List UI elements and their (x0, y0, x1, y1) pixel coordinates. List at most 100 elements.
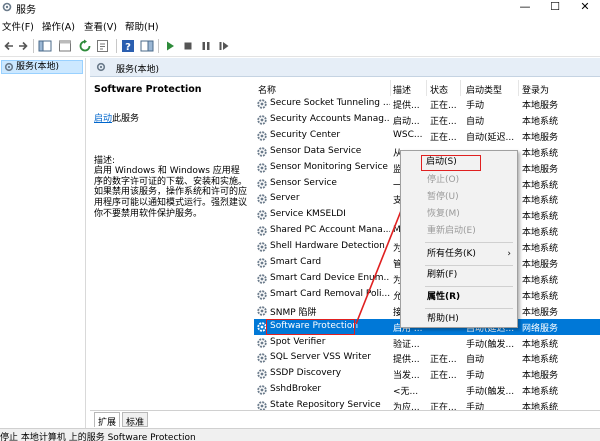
pane-header-title: 服务(本地) (116, 65, 160, 75)
gear-icon (257, 194, 267, 205)
gear-icon (257, 162, 267, 173)
column-header-logon-as[interactable]: 登录为 (522, 83, 549, 96)
chevron-right-icon: › (507, 249, 511, 259)
cell-logon-as: 本地服务 (522, 260, 559, 270)
cell-logon-as: 本地系统 (522, 228, 559, 239)
gear-icon (257, 401, 267, 410)
cell-startup-type: 手动(触发... (466, 339, 515, 350)
start-service-row: 启动此服务 (94, 111, 139, 124)
view-tabs: 扩展 标准 (90, 410, 600, 428)
menu-view[interactable]: 查看(V) (84, 19, 117, 33)
cell-logon-as: 本地系统 (522, 244, 559, 255)
gear-icon (257, 242, 267, 252)
table-row[interactable]: State Repository Service 为应... 正在... 手动 本地系统 (254, 398, 600, 410)
maximize-button[interactable]: ☐ (540, 0, 570, 14)
table-row[interactable]: Spot Verifier 验证... 手动(触发... 本地系统 (254, 335, 600, 351)
svg-text:?: ? (125, 42, 131, 53)
toolbar: ? (0, 36, 600, 57)
help-icon[interactable]: ? (121, 39, 135, 53)
gear-icon (257, 258, 267, 268)
cell-name: SshdBroker (270, 384, 322, 395)
pause-icon[interactable] (199, 39, 213, 53)
context-menu-refresh[interactable]: 刷新(F) (401, 267, 517, 283)
gear-icon (257, 226, 267, 236)
context-menu-all-tasks[interactable]: 所有任务(K) › (401, 246, 517, 262)
context-menu-help[interactable]: 帮助(H) (401, 311, 517, 327)
menu-file[interactable]: 文件(F) (2, 19, 34, 33)
cell-startup-type: 自动(延迟... (466, 132, 515, 143)
context-menu: 启动(S) 停止(O) 暂停(U) 恢复(M) 重新启动(E) 所有任务(K) … (400, 150, 518, 328)
back-arrow-icon[interactable] (2, 39, 16, 53)
gear-icon (257, 369, 267, 379)
cell-status: 正在... (430, 403, 457, 410)
cell-logon-as: 本地系统 (522, 339, 559, 350)
gear-icon (257, 99, 267, 109)
gear-icon (257, 385, 267, 395)
minimize-button[interactable]: — (510, 0, 540, 14)
tree-item-services-local[interactable]: 服务(本地) (1, 60, 83, 74)
gear-icon (257, 337, 267, 348)
cell-description: 提供... (393, 355, 420, 366)
forward-arrow-icon[interactable] (16, 39, 30, 53)
refresh-icon[interactable] (78, 39, 92, 53)
cell-status: 正在... (430, 132, 457, 143)
start-service-link[interactable]: 启动 (94, 114, 112, 124)
title-bar: 服务 — ☐ ✕ (0, 0, 600, 16)
column-header-status[interactable]: 状态 (430, 83, 448, 96)
window-title: 服务 (16, 5, 36, 16)
context-menu-restart[interactable]: 重新启动(E) (401, 223, 517, 239)
column-header-description[interactable]: 描述 (393, 83, 411, 96)
gear-icon (257, 274, 267, 284)
close-button[interactable]: ✕ (570, 0, 600, 14)
context-menu-properties[interactable]: 属性(R) (401, 289, 517, 305)
gear-icon (4, 62, 14, 72)
properties-pane-icon[interactable] (140, 39, 154, 53)
cell-description: 提供... (393, 101, 420, 111)
cell-logon-as: 本地服务 (522, 371, 559, 382)
table-row[interactable]: Security Center WSC... 正在... 自动(延迟... 本地服务 (254, 128, 600, 144)
window-icon[interactable] (58, 39, 72, 53)
gear-icon (257, 131, 267, 141)
gear-icon (257, 178, 267, 189)
cell-startup-type: 手动(触发... (466, 387, 515, 398)
gear-icon (257, 115, 267, 125)
cell-description: 为应... (393, 403, 420, 410)
tab-standard[interactable]: 标准 (122, 412, 149, 428)
play-icon[interactable] (163, 39, 177, 53)
cell-description: 当发... (393, 371, 420, 382)
context-menu-resume[interactable]: 恢复(M) (401, 206, 517, 222)
cell-logon-as: 网络服务 (522, 323, 559, 334)
description-label: 描述: (94, 156, 116, 166)
cell-name: Security Center (270, 129, 341, 140)
selected-service-highlight (266, 319, 355, 335)
status-bar: 停止 本地计算机 上的服务 Software Protection (0, 428, 600, 441)
column-header-startup-type[interactable]: 启动类型 (466, 83, 502, 96)
table-row[interactable]: Secure Socket Tunneling ... 提供... 正在... 手动 本… (254, 96, 600, 112)
table-row[interactable]: SSDP Discovery 当发... 正在... 手动 本地服务 (254, 366, 600, 382)
cell-name: Spot Verifier (270, 336, 326, 347)
export-list-icon[interactable] (96, 39, 110, 53)
context-menu-start[interactable]: 启动(S) (421, 155, 481, 171)
cell-startup-type: 自动 (466, 116, 485, 127)
stop-icon[interactable] (181, 39, 195, 53)
table-row[interactable]: SshdBroker <无... 手动(触发... 本地系统 (254, 382, 600, 398)
table-row[interactable]: SQL Server VSS Writer 提供... 正在... 自动 本地系统 (254, 350, 600, 366)
menu-action[interactable]: 操作(A) (42, 19, 75, 33)
table-row[interactable]: Security Accounts Manag... 启动... 正在... 自动 本地… (254, 112, 600, 128)
services-app-icon (2, 2, 12, 12)
cell-startup-type: 手动 (466, 101, 485, 111)
cell-logon-as: 本地服务 (522, 132, 559, 143)
cell-description: 启动... (393, 116, 420, 127)
cell-status: 正在... (430, 116, 457, 127)
console-tree-icon[interactable] (38, 39, 52, 53)
context-menu-pause[interactable]: 暂停(U) (401, 189, 517, 205)
tab-extended[interactable]: 扩展 (94, 412, 121, 428)
restart-icon[interactable] (217, 39, 231, 53)
column-header-name[interactable]: 名称 (258, 83, 276, 96)
cell-name: SSDP Discovery (270, 368, 342, 379)
cell-logon-as: 本地系统 (522, 148, 559, 159)
context-menu-stop[interactable]: 停止(O) (401, 172, 517, 188)
description-pane: Software Protection 启动此服务 描述: 启用 Windows… (90, 77, 252, 410)
menu-help[interactable]: 帮助(H) (125, 19, 159, 33)
cell-logon-as: 本地系统 (522, 403, 559, 410)
